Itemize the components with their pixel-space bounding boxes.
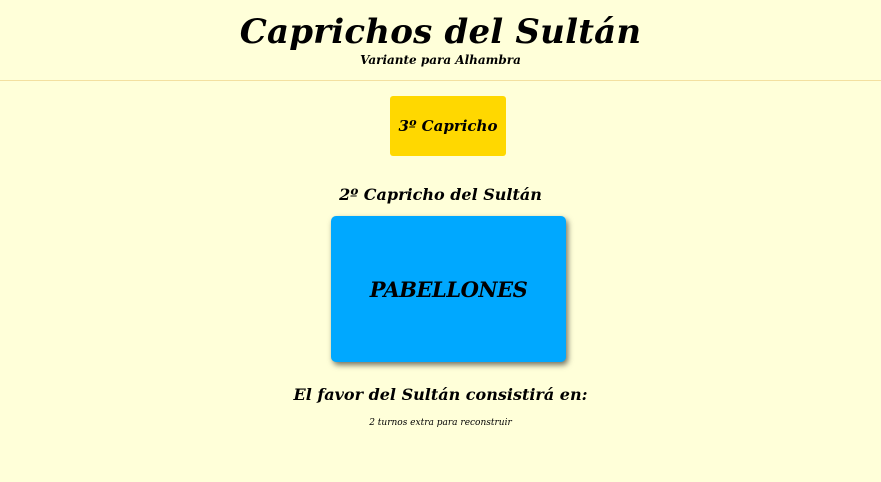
favor-description: 2 turnos extra para reconstruir [369,418,512,428]
page-subtitle: Variante para Alhambra [360,53,521,67]
current-capricho-heading: 2º Capricho del Sultán [339,185,542,204]
favor-heading: El favor del Sultán consistirá en: [293,385,588,404]
next-capricho-button[interactable]: 3º Capricho [390,96,506,156]
capricho-card-label: PABELLONES [369,276,528,302]
capricho-card: PABELLONES [331,216,566,362]
page-header: Caprichos del Sultán Variante para Alham… [0,0,881,81]
page-title: Caprichos del Sultán [239,12,642,52]
